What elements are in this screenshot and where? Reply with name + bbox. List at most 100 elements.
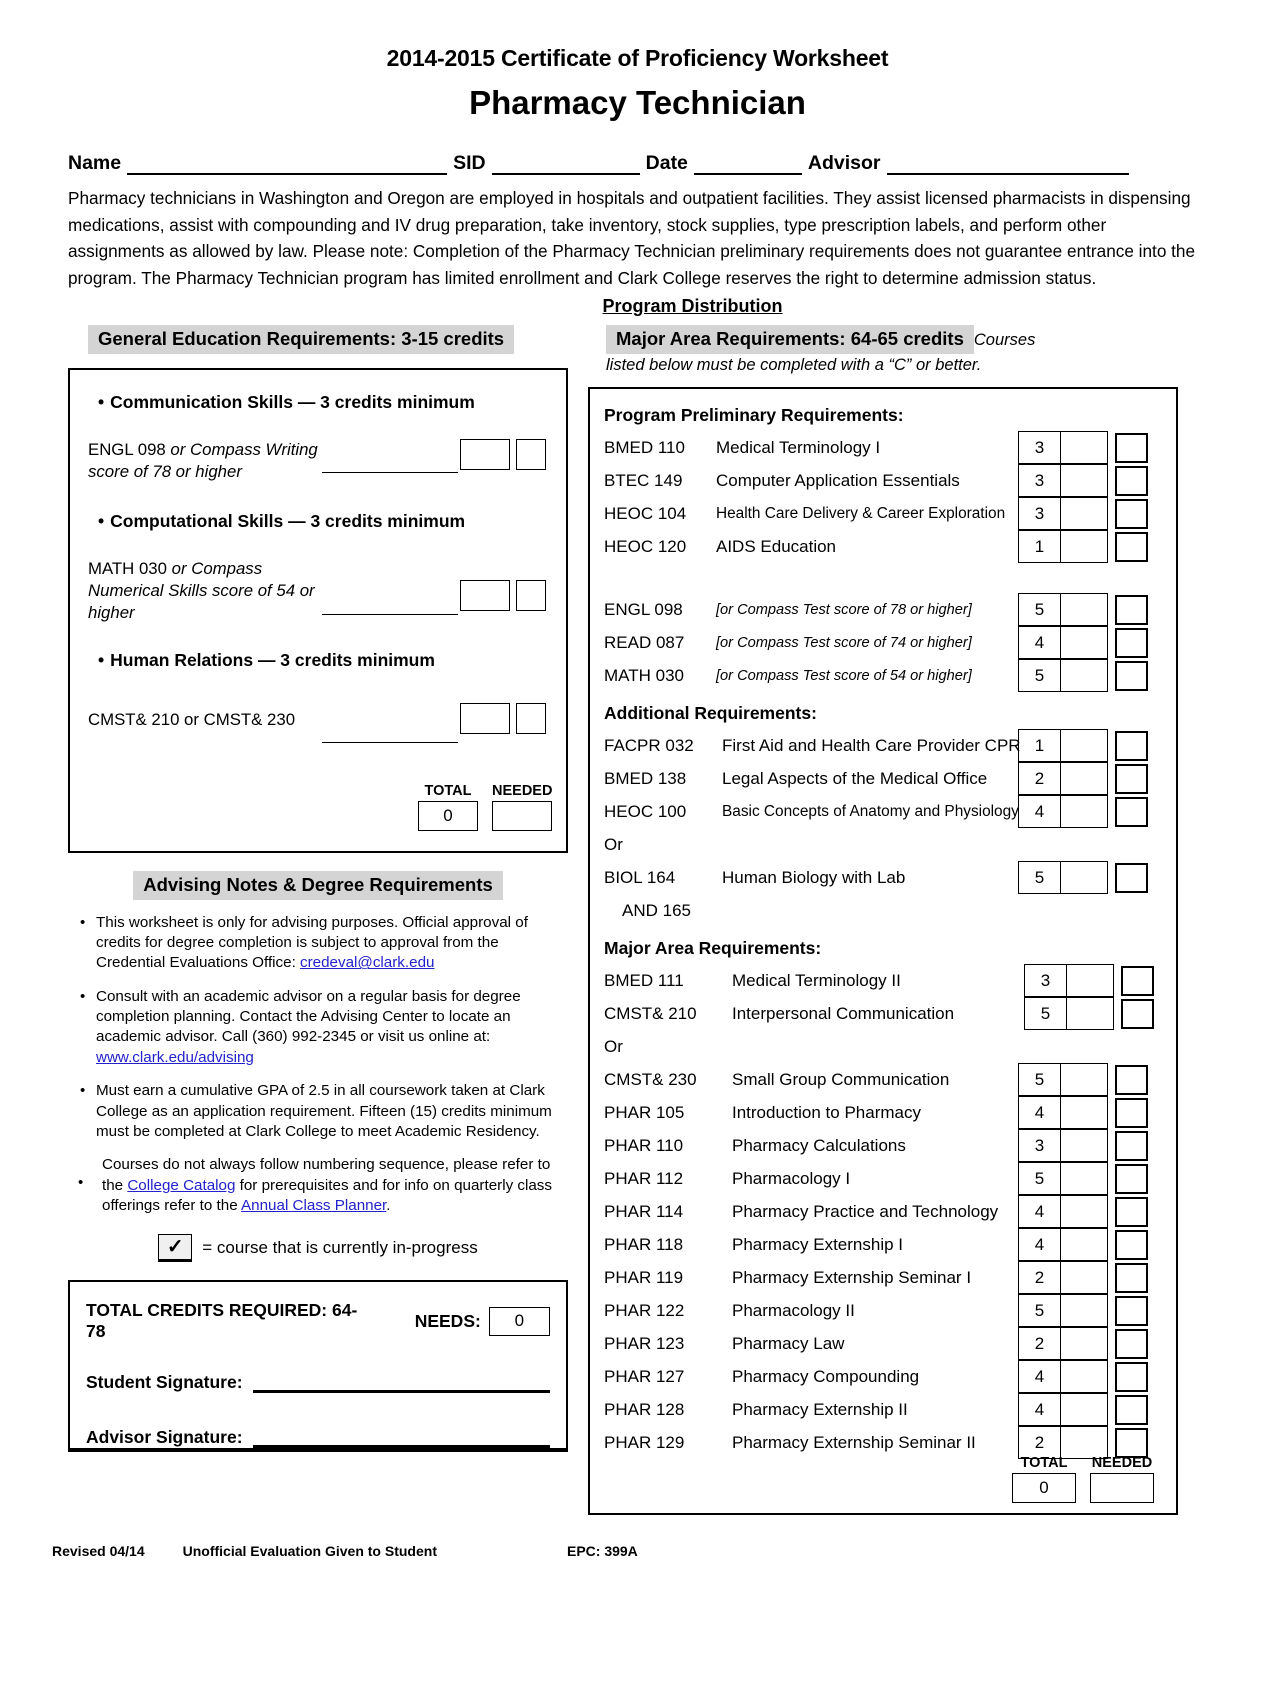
facpr032-check-box[interactable]	[1115, 731, 1148, 762]
engl098-major-check-box[interactable]	[1115, 595, 1148, 626]
advisor-input[interactable]	[886, 158, 1129, 175]
phar123-cells: 2	[1018, 1327, 1148, 1361]
advising-website-link[interactable]: www.clark.edu/advising	[96, 1049, 254, 1066]
engl098-credit-box[interactable]	[460, 438, 510, 470]
phar114-term-box[interactable]	[1061, 1195, 1108, 1229]
facpr032-term-box[interactable]	[1061, 729, 1108, 763]
phar129-check-box[interactable]	[1115, 1428, 1148, 1459]
cmst210-cells: 5	[1024, 997, 1154, 1031]
heoc120-term-box[interactable]	[1061, 530, 1108, 564]
read087-check-box[interactable]	[1115, 628, 1148, 659]
phar119-check-box[interactable]	[1115, 1263, 1148, 1294]
college-catalog-link[interactable]: College Catalog	[127, 1177, 235, 1194]
phar110-check-box[interactable]	[1115, 1131, 1148, 1162]
bmed138-term-box[interactable]	[1061, 762, 1108, 796]
math030-major-term-box[interactable]	[1061, 659, 1108, 693]
phar118-term-box[interactable]	[1061, 1228, 1108, 1262]
ge-needed-label: NEEDED	[492, 782, 553, 799]
phar119-term-box[interactable]	[1061, 1261, 1108, 1295]
heoc100-check-box[interactable]	[1115, 797, 1148, 828]
read087-term-box[interactable]	[1061, 626, 1108, 660]
page-title-line1: 2014-2015 Certificate of Proficiency Wor…	[386, 45, 889, 71]
annual-class-planner-link[interactable]: Annual Class Planner	[241, 1197, 386, 1214]
cmst210-check-box[interactable]	[1121, 999, 1154, 1030]
heoc100-term-box[interactable]	[1061, 795, 1108, 829]
math030-alt2: Numerical Skills score of 54 or	[88, 581, 315, 601]
phar112-term-box[interactable]	[1061, 1162, 1108, 1196]
phar122-check-box[interactable]	[1115, 1296, 1148, 1327]
bmed111-term-box[interactable]	[1067, 964, 1114, 998]
math030-fill-line[interactable]	[322, 588, 458, 615]
engl098-check-box[interactable]	[516, 438, 546, 470]
cmst210-term-box[interactable]	[1067, 997, 1114, 1031]
phar123-check-box[interactable]	[1115, 1329, 1148, 1360]
major-total-value[interactable]: 0	[1012, 1472, 1076, 1503]
math030-check-box[interactable]	[516, 579, 546, 611]
bullet-dot-icon: •	[98, 391, 105, 412]
engl098-major-term-box[interactable]	[1061, 593, 1108, 627]
needs-value-box[interactable]: 0	[488, 1306, 550, 1336]
major-requirements-heading: Major Area Requirements:	[604, 937, 822, 958]
bmed110-check-box[interactable]	[1115, 433, 1148, 464]
heoc104-check-box[interactable]	[1115, 499, 1148, 530]
biol164-check-box[interactable]	[1115, 863, 1148, 894]
heoc104-term-box[interactable]	[1061, 497, 1108, 531]
facpr032-code: FACPR 032	[604, 736, 694, 756]
course-row-phar114: PHAR 114 Pharmacy Practice and Technolog…	[590, 1195, 1176, 1229]
heoc100-cells: 4	[1018, 795, 1148, 829]
read087-credits: 4	[1018, 626, 1061, 660]
biol-and-165: AND 165	[622, 901, 691, 921]
date-input[interactable]	[693, 158, 802, 175]
heoc120-check-box[interactable]	[1115, 532, 1148, 563]
btec149-check-box[interactable]	[1115, 466, 1148, 497]
cmst230-term-box[interactable]	[1061, 1063, 1108, 1097]
bullet-dot-icon: •	[98, 510, 105, 531]
phar122-term-box[interactable]	[1061, 1294, 1108, 1328]
math030-credit-box[interactable]	[460, 579, 510, 611]
phar128-check-box[interactable]	[1115, 1395, 1148, 1426]
phar123-term-box[interactable]	[1061, 1327, 1108, 1361]
cmst-fill-line[interactable]	[322, 716, 458, 744]
btec149-term-box[interactable]	[1061, 464, 1108, 498]
phar127-term-box[interactable]	[1061, 1360, 1108, 1394]
phar114-check-box[interactable]	[1115, 1197, 1148, 1228]
phar123-credits: 2	[1018, 1327, 1061, 1361]
phar105-check-box[interactable]	[1115, 1098, 1148, 1129]
bmed138-check-box[interactable]	[1115, 764, 1148, 795]
course-row-phar127: PHAR 127 Pharmacy Compounding 4	[590, 1360, 1176, 1394]
engl098-fill-line[interactable]	[322, 446, 458, 473]
math030-major-code: MATH 030	[604, 666, 684, 686]
left-column: General Education Requirements: 3-15 cre…	[68, 324, 568, 1453]
bullet-human-relations: • Human Relations — 3 credits minimum	[98, 650, 435, 671]
phar128-term-box[interactable]	[1061, 1393, 1108, 1427]
course-row-facpr032: FACPR 032 First Aid and Health Care Prov…	[590, 729, 1176, 763]
phar112-check-box[interactable]	[1115, 1164, 1148, 1195]
heoc100-credits: 4	[1018, 795, 1061, 829]
ge-needed-value[interactable]	[492, 800, 552, 831]
major-area-heading-wrap: Major Area Requirements: 64-65 credits Co…	[588, 324, 1178, 354]
sid-input[interactable]	[491, 158, 640, 175]
course-row-math030-major: MATH 030 [or Compass Test score of 54 or…	[590, 659, 1176, 693]
course-row-btec149: BTEC 149 Computer Application Essentials…	[590, 464, 1176, 498]
cmst230-check-box[interactable]	[1115, 1065, 1148, 1096]
math030-major-check-box[interactable]	[1115, 661, 1148, 692]
cmst-check-box[interactable]	[516, 703, 546, 735]
phar118-credits: 4	[1018, 1228, 1061, 1262]
credeval-email-link[interactable]: credeval@clark.edu	[300, 954, 434, 971]
bmed110-term-box[interactable]	[1061, 431, 1108, 465]
math030-major-credits: 5	[1018, 659, 1061, 693]
phar127-check-box[interactable]	[1115, 1362, 1148, 1393]
bmed111-check-box[interactable]	[1121, 966, 1154, 997]
cmst230-cells: 5	[1018, 1063, 1148, 1097]
name-input[interactable]	[127, 158, 448, 175]
ge-total-value[interactable]: 0	[418, 800, 478, 831]
advisor-signature-line[interactable]	[252, 1434, 550, 1449]
major-needed-value[interactable]	[1090, 1472, 1154, 1503]
student-signature-line[interactable]	[252, 1379, 550, 1394]
phar118-check-box[interactable]	[1115, 1230, 1148, 1261]
biol164-term-box[interactable]	[1061, 861, 1108, 895]
phar105-term-box[interactable]	[1061, 1096, 1108, 1130]
cmst-credit-box[interactable]	[460, 703, 510, 735]
advisor-label: Advisor	[807, 152, 881, 174]
phar110-term-box[interactable]	[1061, 1129, 1108, 1163]
